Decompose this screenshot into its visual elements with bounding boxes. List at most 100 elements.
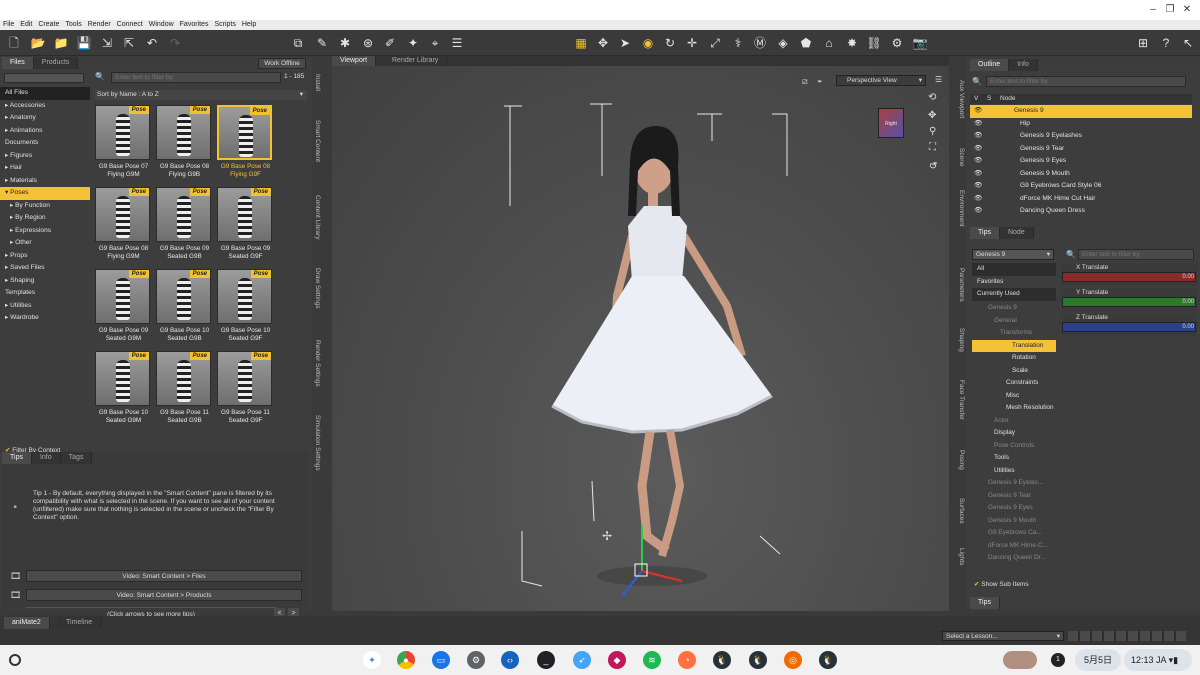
surface-selection-icon[interactable]: ☰ xyxy=(449,35,465,51)
y-translate-slider[interactable]: Y Translate 0.00 xyxy=(1062,289,1197,311)
parameter-filter-input[interactable] xyxy=(1078,249,1194,260)
tab-animate2[interactable]: aniMate2 xyxy=(4,617,50,629)
group-all[interactable]: All xyxy=(972,263,1056,276)
tree-item[interactable]: ▸ Shaping xyxy=(0,275,90,288)
lock-icon[interactable]: ◒ xyxy=(817,75,822,85)
side-tab-content-library[interactable]: Content Library xyxy=(314,195,321,239)
penguin-icon[interactable]: 🐧 xyxy=(749,651,767,669)
content-thumbnail[interactable]: Pose G9 Base Pose 08 Flying G9F xyxy=(217,105,274,185)
translate-tool-icon[interactable]: ✛ xyxy=(684,35,700,51)
tab-files[interactable]: Files xyxy=(2,57,34,69)
content-thumbnail[interactable]: Pose G9 Base Pose 10 Seated G9B xyxy=(156,269,213,349)
launcher-icon[interactable] xyxy=(9,654,21,666)
tree-item[interactable]: ▸ Anatomy xyxy=(0,112,90,125)
universal-tool-icon[interactable]: ✥ xyxy=(595,35,611,51)
tab-tips[interactable]: Tips xyxy=(2,452,32,464)
outline-node-genesis9[interactable]: 👁 Genesis 9 xyxy=(970,105,1192,118)
param-node[interactable]: Utilities xyxy=(972,465,1056,478)
link-icon[interactable]: ⛓ xyxy=(866,35,882,51)
create-primitive-icon[interactable]: ⧉ xyxy=(290,35,306,51)
side-tab-surfaces[interactable]: Surfaces xyxy=(958,498,965,524)
param-node[interactable]: Mesh Resolution xyxy=(972,402,1056,415)
side-tab-simulation-settings[interactable]: Simulation Settings xyxy=(314,415,321,471)
group-favorites[interactable]: Favorites xyxy=(972,276,1056,289)
camera-tool-icon[interactable]: ⌂ xyxy=(821,35,837,51)
code-icon[interactable]: ‹› xyxy=(501,651,519,669)
param-node[interactable]: G9 Eyebrows Ca... xyxy=(972,527,1056,540)
tree-item[interactable]: ▸ Saved Files xyxy=(0,262,90,275)
eye-icon[interactable]: 👁 xyxy=(974,205,982,218)
minimize-icon[interactable]: – xyxy=(1146,3,1160,17)
menu-icon[interactable]: ☰ xyxy=(935,75,942,84)
region-navigator-icon[interactable]: ⌖ xyxy=(427,35,443,51)
lesson-steps[interactable] xyxy=(1068,631,1186,641)
outline-filter-input[interactable] xyxy=(986,76,1186,87)
tab-outline[interactable]: Outline xyxy=(970,59,1010,71)
restore-icon[interactable]: ❐ xyxy=(1163,3,1177,17)
param-node-translation[interactable]: Translation xyxy=(972,339,1056,352)
node-select-icon[interactable]: ◉ xyxy=(640,35,656,51)
export-icon[interactable]: ⇱ xyxy=(121,35,137,51)
tree-item[interactable]: ▸ Expressions xyxy=(0,225,90,238)
side-tab-face-transfer[interactable]: Face Transfer xyxy=(958,380,965,420)
param-node[interactable]: Genesis 9 Eyes xyxy=(972,502,1056,515)
tab-tips-bottom[interactable]: Tips xyxy=(970,597,1000,609)
camera-dropdown[interactable]: Perspective View ▾ xyxy=(836,75,926,86)
side-tab-install[interactable]: Install xyxy=(314,74,321,91)
aspect-icon[interactable]: ⧄ xyxy=(802,76,808,87)
pan-icon[interactable]: ✥ xyxy=(928,110,936,121)
settings-icon[interactable]: ⚙ xyxy=(467,651,485,669)
video-files-button[interactable]: Video: Smart Content > Files xyxy=(26,570,302,582)
slider-track[interactable] xyxy=(1062,322,1196,332)
param-node[interactable]: Misc xyxy=(972,390,1056,403)
tab-render-library[interactable]: Render Library xyxy=(384,56,448,66)
tab-node[interactable]: Node xyxy=(999,227,1034,239)
outline-node[interactable]: 👁 Genesis 9 Tear xyxy=(970,143,1192,156)
terminal-icon[interactable]: _ xyxy=(537,651,555,669)
tree-item[interactable]: ▸ Props xyxy=(0,250,90,263)
content-thumbnail[interactable]: Pose G9 Base Pose 07 Flying G9M xyxy=(95,105,152,185)
tree-item[interactable]: ▸ Hair xyxy=(0,162,90,175)
spotify-icon[interactable]: ≋ xyxy=(643,651,661,669)
side-tab-environment[interactable]: Environment xyxy=(958,190,965,227)
menu-edit[interactable]: Edit xyxy=(20,21,32,28)
eye-icon[interactable]: 👁 xyxy=(974,180,982,193)
content-thumbnail[interactable]: Pose G9 Base Pose 08 Flying G9M xyxy=(95,187,152,267)
menu-tools[interactable]: Tools xyxy=(65,21,81,28)
notification-badge[interactable]: 1 xyxy=(1051,653,1065,667)
tree-item[interactable]: ▸ By Function xyxy=(0,200,90,213)
param-node[interactable]: Genesis 9 Eyelas... xyxy=(972,477,1056,490)
holding-space-thumbnails[interactable] xyxy=(1003,651,1037,669)
param-node[interactable]: Genesis 9 xyxy=(972,302,1056,315)
outline-node[interactable]: 👁 Dancing Queen Dress xyxy=(970,205,1192,218)
tab-products[interactable]: Products xyxy=(33,57,79,69)
geometry-tool-icon[interactable]: ⬟ xyxy=(798,35,814,51)
lesson-select[interactable]: Select a Lesson... ▾ xyxy=(942,631,1064,641)
param-node[interactable]: Rotation xyxy=(972,352,1056,365)
save-icon[interactable]: 💾 xyxy=(76,35,92,51)
slider-track[interactable] xyxy=(1062,297,1196,307)
tab-timeline[interactable]: Timeline xyxy=(58,617,102,629)
tree-item[interactable]: ▸ Figures xyxy=(0,150,90,163)
param-node[interactable]: Scale xyxy=(972,365,1056,378)
status-area[interactable]: 12:13 JA ▾▮ xyxy=(1124,649,1192,671)
joint-editor-icon[interactable]: ⊛ xyxy=(360,35,376,51)
frame-icon[interactable]: ⛶ xyxy=(929,142,936,153)
tree-item[interactable]: ▸ Accessories xyxy=(0,100,90,113)
content-thumbnail[interactable]: Pose G9 Base Pose 10 Seated G9F xyxy=(217,269,274,349)
outline-node[interactable]: 👁 Genesis 9 Eyelashes xyxy=(970,130,1192,143)
active-pose-icon[interactable]: ▦ xyxy=(573,35,589,51)
param-node[interactable]: dForce MK Hime-C... xyxy=(972,540,1056,553)
geometry-editor-icon[interactable]: ✎ xyxy=(314,35,330,51)
figure-select[interactable]: Genesis 9 ▾ xyxy=(972,249,1054,260)
content-thumbnail[interactable]: Pose G9 Base Pose 10 Seated G9M xyxy=(95,351,152,431)
penguin-icon[interactable]: 🐧 xyxy=(713,651,731,669)
date-pill[interactable]: 5月5日 xyxy=(1075,649,1121,671)
side-tab-parameters[interactable]: Parameters xyxy=(958,268,965,302)
outline-node[interactable]: 👁 dForce MK Hime Cut Hair xyxy=(970,193,1192,206)
param-node[interactable]: Dancing Queen Dr... xyxy=(972,552,1056,565)
scale-tool-icon[interactable]: ⤢ xyxy=(707,35,723,51)
open-icon[interactable]: 📂 xyxy=(30,35,46,51)
outline-node[interactable]: 👁 Genesis 9 Eyes xyxy=(970,155,1192,168)
transform-tool-icon[interactable]: ✱ xyxy=(337,35,353,51)
